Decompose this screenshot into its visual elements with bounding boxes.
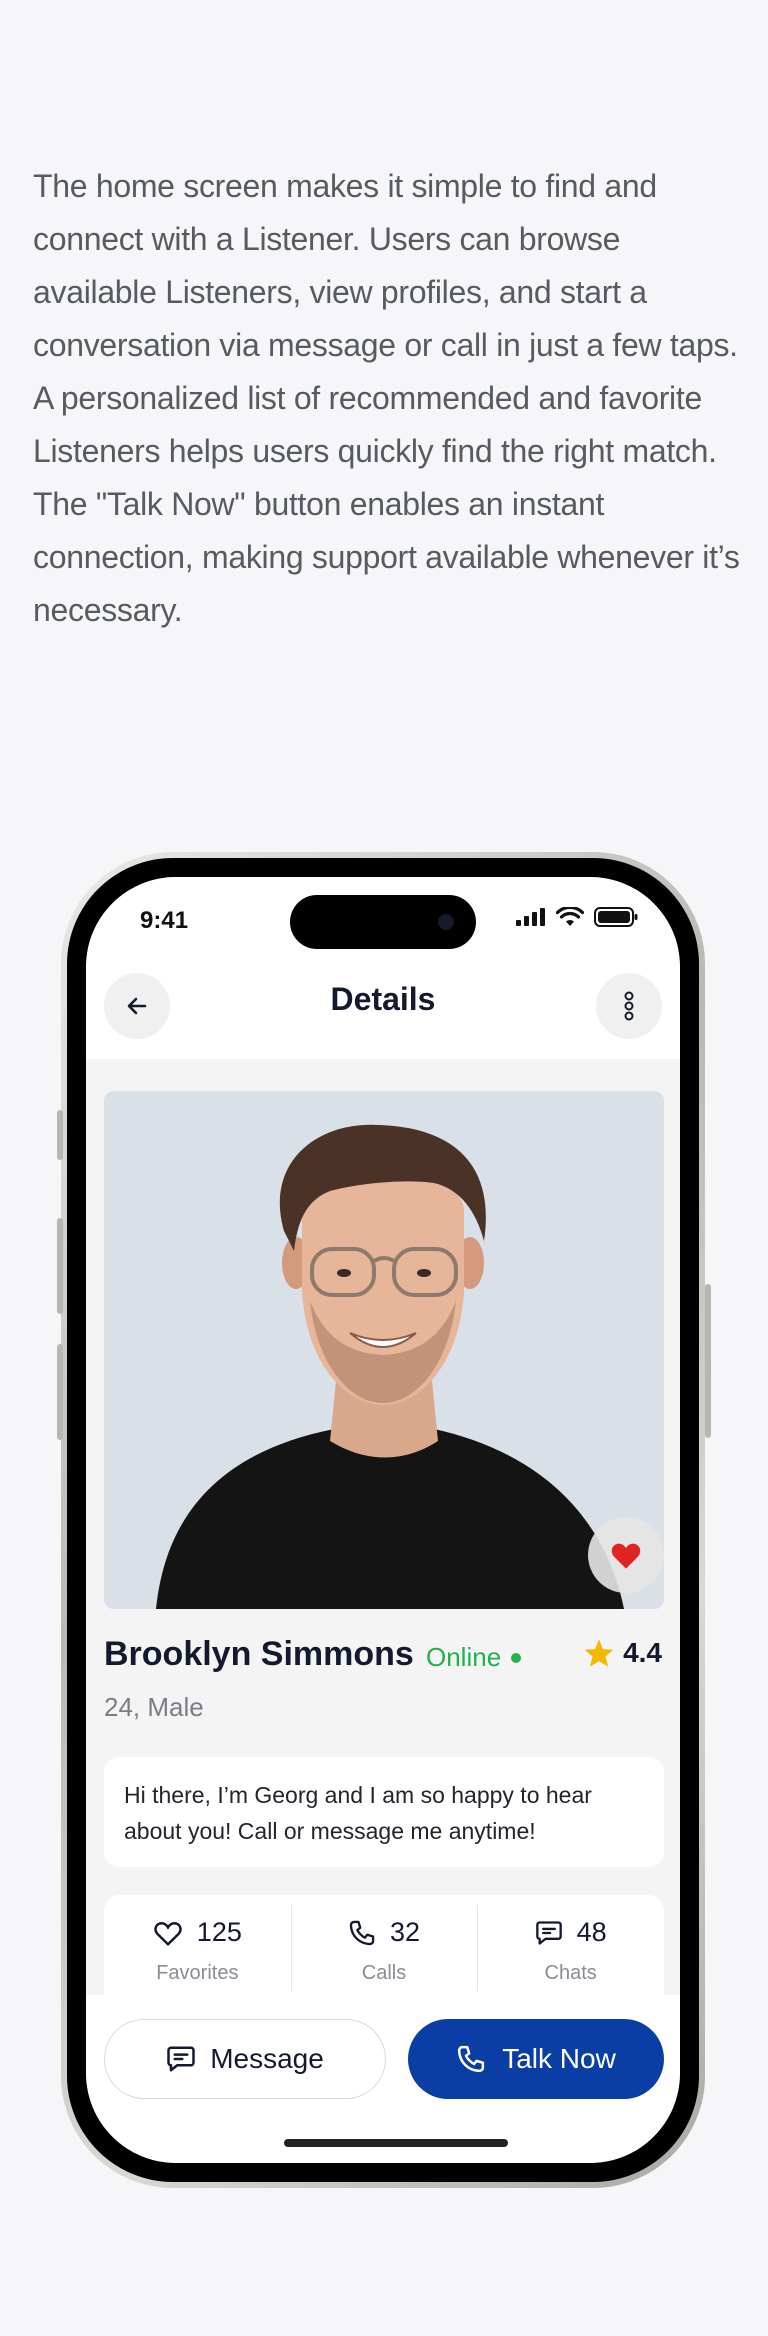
intro-paragraph: The home screen makes it simple to find … — [33, 168, 740, 628]
chat-icon — [167, 2046, 195, 2072]
more-vertical-icon — [624, 991, 634, 1021]
heart-icon — [154, 1921, 182, 1946]
talk-now-button[interactable]: Talk Now — [408, 2019, 664, 2099]
more-options-button[interactable] — [596, 973, 662, 1039]
chat-icon — [535, 1920, 562, 1945]
stat-label: Chats — [544, 1962, 597, 1984]
message-button-label: Message — [210, 2043, 324, 2074]
profile-photo — [104, 1091, 664, 1609]
person-illustration — [156, 1124, 624, 1609]
dynamic-island — [290, 895, 476, 949]
bio-card: Hi there, I’m Georg and I am so happy to… — [104, 1757, 664, 1867]
signal-icon — [516, 908, 545, 926]
phone-side-button — [57, 1344, 63, 1440]
online-status-label: Online — [426, 1642, 502, 1672]
wifi-icon — [556, 907, 584, 926]
favorite-button[interactable] — [588, 1517, 664, 1593]
status-time: 9:41 — [140, 907, 189, 934]
star-icon — [584, 1639, 614, 1667]
bottom-action-bar: Message Talk Now — [86, 1995, 680, 2163]
home-indicator — [284, 2139, 508, 2147]
camera-dot — [438, 914, 454, 930]
phone-icon — [458, 2045, 485, 2073]
battery-icon — [594, 907, 638, 927]
age-gender: 24, Male — [104, 1692, 204, 1722]
phone-screen: 9:41 Details Brooklyn Simmons Online 4.4… — [86, 877, 680, 2163]
online-status: Online — [426, 1642, 522, 1673]
stat-value: 48 — [576, 1917, 607, 1947]
stat-label: Favorites — [156, 1962, 239, 1984]
phone-icon — [349, 1920, 375, 1945]
stat-value: 125 — [196, 1917, 242, 1947]
stat-label: Calls — [361, 1962, 407, 1984]
rating: 4.4 — [583, 1637, 662, 1669]
phone-side-button — [57, 1218, 63, 1314]
page-title: Details — [330, 981, 436, 1017]
phone-side-button — [705, 1284, 711, 1438]
online-dot — [511, 1652, 522, 1663]
phone-side-button — [57, 1110, 63, 1160]
heart-filled-icon — [611, 1543, 641, 1569]
talk-now-button-label: Talk Now — [502, 2043, 616, 2074]
listener-name: Brooklyn Simmons — [104, 1635, 414, 1673]
status-icons — [516, 907, 638, 927]
rating-value: 4.4 — [623, 1637, 662, 1668]
stat-value: 32 — [389, 1917, 421, 1947]
message-button[interactable]: Message — [104, 2019, 386, 2099]
